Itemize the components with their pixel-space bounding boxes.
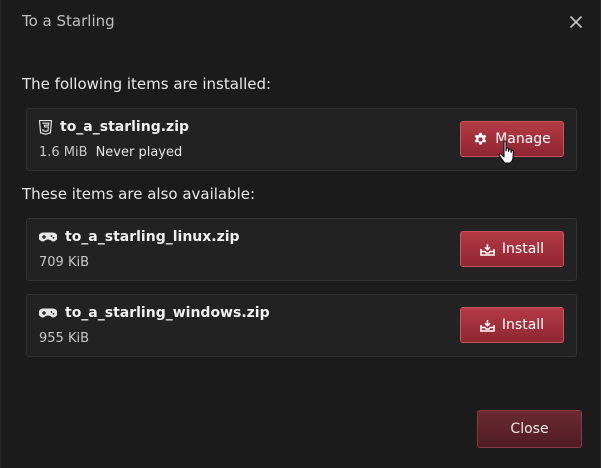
- gear-icon: [473, 132, 488, 147]
- manage-button-label: Manage: [495, 131, 551, 147]
- install-dialog: To a Starling The following items are in…: [0, 0, 601, 468]
- install-button-linux[interactable]: Install: [460, 231, 564, 267]
- available-item-card-windows: to_a_starling_windows.zip 955 KiB Instal…: [26, 294, 577, 357]
- dialog-title: To a Starling: [22, 12, 115, 30]
- item-played-status: Never played: [95, 145, 183, 160]
- item-size: 1.6 MiB: [39, 145, 88, 160]
- item-name: to_a_starling_linux.zip: [65, 229, 240, 245]
- close-button[interactable]: Close: [477, 410, 582, 448]
- item-name: to_a_starling_windows.zip: [65, 305, 270, 321]
- item-size: 709 KiB: [39, 255, 90, 270]
- installed-item-card: to_a_starling.zip 1.6 MiB Never played M…: [26, 108, 577, 171]
- available-item-card-linux: to_a_starling_linux.zip 709 KiB Install: [26, 218, 577, 281]
- gamepad-icon: [39, 231, 57, 243]
- download-tray-icon: [480, 319, 495, 332]
- item-name: to_a_starling.zip: [60, 119, 190, 135]
- install-button-label: Install: [501, 317, 545, 333]
- gamepad-icon: [39, 307, 57, 319]
- close-icon[interactable]: [568, 14, 584, 30]
- html5-icon: [39, 119, 52, 135]
- install-button-label: Install: [501, 241, 545, 257]
- manage-button[interactable]: Manage: [460, 121, 564, 157]
- item-size: 955 KiB: [39, 331, 90, 346]
- download-tray-icon: [480, 243, 495, 256]
- available-heading: These items are also available:: [22, 185, 256, 203]
- installed-heading: The following items are installed:: [22, 75, 272, 93]
- install-button-windows[interactable]: Install: [460, 307, 564, 343]
